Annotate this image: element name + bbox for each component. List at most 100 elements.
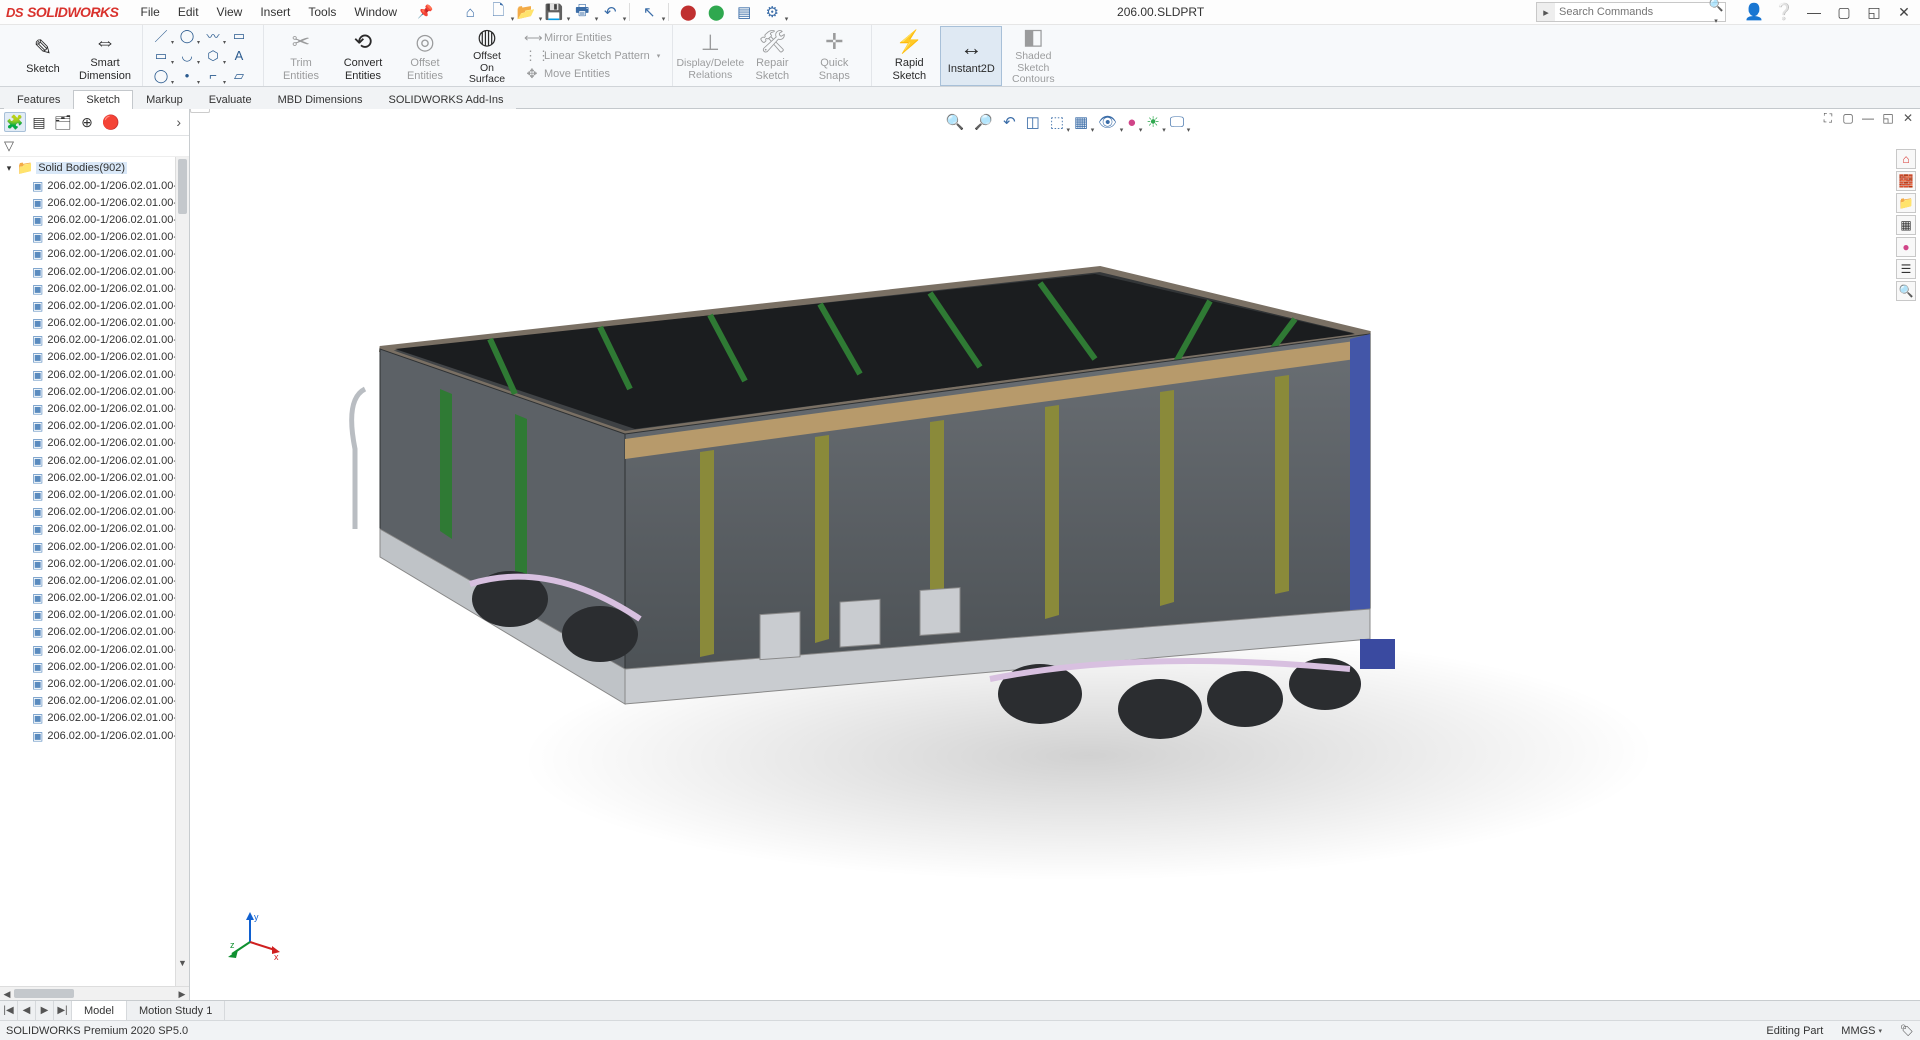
polygon-icon[interactable]: ⬡▾ xyxy=(201,47,225,65)
tree-item-body[interactable]: ▣206.02.00-1/206.02.01.00-1/20 xyxy=(2,675,189,692)
tree-item-body[interactable]: ▣206.02.00-1/206.02.01.00-1/20 xyxy=(2,315,189,332)
tree-item-body[interactable]: ▣206.02.00-1/206.02.01.00-1/20 xyxy=(2,246,189,263)
tree-splitter[interactable]: › xyxy=(190,109,210,113)
tree-item-body[interactable]: ▣206.02.00-1/206.02.01.00-1/20 xyxy=(2,211,189,228)
window-restore-icon[interactable]: ▢ xyxy=(1834,2,1854,22)
tab-addins[interactable]: SOLIDWORKS Add-Ins xyxy=(376,90,517,109)
slot-icon[interactable]: ▭ xyxy=(227,27,251,45)
status-units[interactable]: MMGS▾ xyxy=(1841,1025,1882,1037)
cmd-smart-dimension[interactable]: ⇔ Smart Dimension xyxy=(74,26,136,86)
menu-insert[interactable]: Insert xyxy=(252,2,298,22)
filter-icon[interactable]: ▽ xyxy=(4,138,14,153)
tab-sketch[interactable]: Sketch xyxy=(73,90,133,109)
menu-file[interactable]: File xyxy=(133,2,168,22)
tree-tab-config[interactable]: 🗂 xyxy=(52,112,74,132)
tree-root-solid-bodies[interactable]: ▾ 📁 Solid Bodies(902) xyxy=(2,159,189,177)
tab-evaluate[interactable]: Evaluate xyxy=(196,90,265,109)
tree-item-body[interactable]: ▣206.02.00-1/206.02.01.00-1/20 xyxy=(2,349,189,366)
tree-item-body[interactable]: ▣206.02.00-1/206.02.01.00-1/20 xyxy=(2,297,189,314)
options-list-icon[interactable]: ▤ xyxy=(731,1,757,23)
menu-edit[interactable]: Edit xyxy=(170,2,207,22)
collapse-icon[interactable]: ▾ xyxy=(4,163,14,174)
cmd-move-entities[interactable]: ✥Move Entities xyxy=(518,65,666,83)
view-triad[interactable]: y x z xyxy=(230,912,280,965)
cmd-display-relations[interactable]: ⊥ Display/Delete Relations xyxy=(679,26,741,86)
search-input[interactable] xyxy=(1555,6,1707,18)
tree-horizontal-scrollbar[interactable]: ◀ ▶ xyxy=(0,986,189,1000)
tree-item-body[interactable]: ▣206.02.00-1/206.02.01.00-1/20 xyxy=(2,572,189,589)
tree-vertical-scrollbar[interactable]: ▲ ▼ xyxy=(175,157,189,986)
tree-tab-display[interactable]: 🔴 xyxy=(100,112,122,132)
tree-tab-dimxpert[interactable]: ⊕ xyxy=(76,112,98,132)
cfg-nav-last-icon[interactable]: ▶| xyxy=(54,1001,72,1020)
tree-item-body[interactable]: ▣206.02.00-1/206.02.01.00-1/20 xyxy=(2,607,189,624)
circle-icon[interactable]: ◯▾ xyxy=(175,27,199,45)
hscroll-right-icon[interactable]: ▶ xyxy=(175,987,189,1000)
scroll-down-icon[interactable]: ▼ xyxy=(176,958,189,972)
hscroll-thumb[interactable] xyxy=(14,989,74,998)
tree-item-body[interactable]: ▣206.02.00-1/206.02.01.00-1/20 xyxy=(2,693,189,710)
tree-item-body[interactable]: ▣206.02.00-1/206.02.01.00-1/20 xyxy=(2,486,189,503)
cmd-shaded-contours[interactable]: ◧ Shaded Sketch Contours xyxy=(1002,26,1064,86)
spline-icon[interactable]: 〰▾ xyxy=(201,27,225,45)
print-icon[interactable]: 🖶▾ xyxy=(569,1,595,23)
search-scope-icon[interactable]: ▸ xyxy=(1537,3,1555,21)
menu-view[interactable]: View xyxy=(209,2,251,22)
hscroll-left-icon[interactable]: ◀ xyxy=(0,987,14,1000)
tree-item-body[interactable]: ▣206.02.00-1/206.02.01.00-1/20 xyxy=(2,469,189,486)
cmd-linear-pattern[interactable]: ⋮⋮Linear Sketch Pattern▾ xyxy=(518,47,666,65)
home-icon[interactable]: ⌂ xyxy=(457,1,483,23)
cfg-nav-first-icon[interactable]: |◀ xyxy=(0,1001,18,1020)
status-tags-icon[interactable]: 🏷 xyxy=(1900,1024,1914,1037)
tree-tab-property[interactable]: ▤ xyxy=(28,112,50,132)
graphics-viewport[interactable]: 🔍 🔎 ↶ ◫ ⬚▾ ▦▾ 👁▾ ●▾ ☀▾ 🖵▾ ⛶ ▢ — ◱ ✕ ⌂ 🧱 … xyxy=(210,109,1920,1000)
select-icon[interactable]: ↖▾ xyxy=(636,1,662,23)
cfg-tab-model[interactable]: Model xyxy=(72,1001,127,1020)
tab-features[interactable]: Features xyxy=(4,90,73,109)
line-icon[interactable]: ／▾ xyxy=(149,27,173,45)
status-edit-mode[interactable]: Editing Part xyxy=(1766,1025,1823,1037)
tree-item-body[interactable]: ▣206.02.00-1/206.02.01.00-1/20 xyxy=(2,263,189,280)
cmd-offset-on-surface[interactable]: ◍ Offset On Surface xyxy=(456,26,518,86)
tree-item-body[interactable]: ▣206.02.00-1/206.02.01.00-1/20 xyxy=(2,177,189,194)
tree-item-body[interactable]: ▣206.02.00-1/206.02.01.00-1/20 xyxy=(2,624,189,641)
text-icon[interactable]: A xyxy=(227,47,251,65)
tree-item-body[interactable]: ▣206.02.00-1/206.02.01.00-1/20 xyxy=(2,332,189,349)
tree-list[interactable]: ▾ 📁 Solid Bodies(902) ▣206.02.00-1/206.0… xyxy=(0,157,189,986)
cmd-convert-entities[interactable]: ⟲ Convert Entities xyxy=(332,26,394,86)
tree-item-body[interactable]: ▣206.02.00-1/206.02.01.00-1/20 xyxy=(2,229,189,246)
tree-tab-feature[interactable]: 🧩 xyxy=(4,112,26,132)
pin-menu-icon[interactable]: 📌 xyxy=(417,4,433,20)
settings-gear-icon[interactable]: ⚙▾ xyxy=(759,1,785,23)
tree-item-body[interactable]: ▣206.02.00-1/206.02.01.00-1/20 xyxy=(2,710,189,727)
plane-icon[interactable]: ▱ xyxy=(227,67,251,85)
cmd-quick-snaps[interactable]: ✛ Quick Snaps xyxy=(803,26,865,86)
point-icon[interactable]: •▾ xyxy=(175,67,199,85)
tree-item-body[interactable]: ▣206.02.00-1/206.02.01.00-1/20 xyxy=(2,727,189,744)
window-maximize-icon[interactable]: ◱ xyxy=(1864,2,1884,22)
help-icon[interactable]: ❔ xyxy=(1774,2,1794,22)
window-minimize-icon[interactable]: — xyxy=(1804,2,1824,22)
tree-item-body[interactable]: ▣206.02.00-1/206.02.01.00-1/20 xyxy=(2,418,189,435)
save-icon[interactable]: 💾▾ xyxy=(541,1,567,23)
ellipse-icon[interactable]: ◯▾ xyxy=(149,67,173,85)
tree-tabs-more-icon[interactable]: › xyxy=(172,114,185,130)
search-icon[interactable]: 🔍▾ xyxy=(1707,0,1725,26)
arc-icon[interactable]: ◡▾ xyxy=(175,47,199,65)
tab-markup[interactable]: Markup xyxy=(133,90,196,109)
rebuild-ok-icon[interactable]: ⬤ xyxy=(703,1,729,23)
rebuild-error-icon[interactable]: ⬤ xyxy=(675,1,701,23)
rect-icon[interactable]: ▭▾ xyxy=(149,47,173,65)
cmd-repair-sketch[interactable]: 🛠 Repair Sketch xyxy=(741,26,803,86)
cfg-tab-motion-study[interactable]: Motion Study 1 xyxy=(127,1001,225,1020)
cmd-trim-entities[interactable]: ✂ Trim Entities xyxy=(270,26,332,86)
cmd-instant2d[interactable]: ↔ Instant2D xyxy=(940,26,1002,86)
tree-item-body[interactable]: ▣206.02.00-1/206.02.01.00-1/20 xyxy=(2,658,189,675)
tree-item-body[interactable]: ▣206.02.00-1/206.02.01.00-1/20 xyxy=(2,194,189,211)
tree-item-body[interactable]: ▣206.02.00-1/206.02.01.00-1/20 xyxy=(2,504,189,521)
fillet-icon[interactable]: ⌐▾ xyxy=(201,67,225,85)
tree-item-body[interactable]: ▣206.02.00-1/206.02.01.00-1/20 xyxy=(2,435,189,452)
tree-item-body[interactable]: ▣206.02.00-1/206.02.01.00-1/20 xyxy=(2,383,189,400)
menu-tools[interactable]: Tools xyxy=(300,2,344,22)
tab-mbd-dimensions[interactable]: MBD Dimensions xyxy=(265,90,376,109)
